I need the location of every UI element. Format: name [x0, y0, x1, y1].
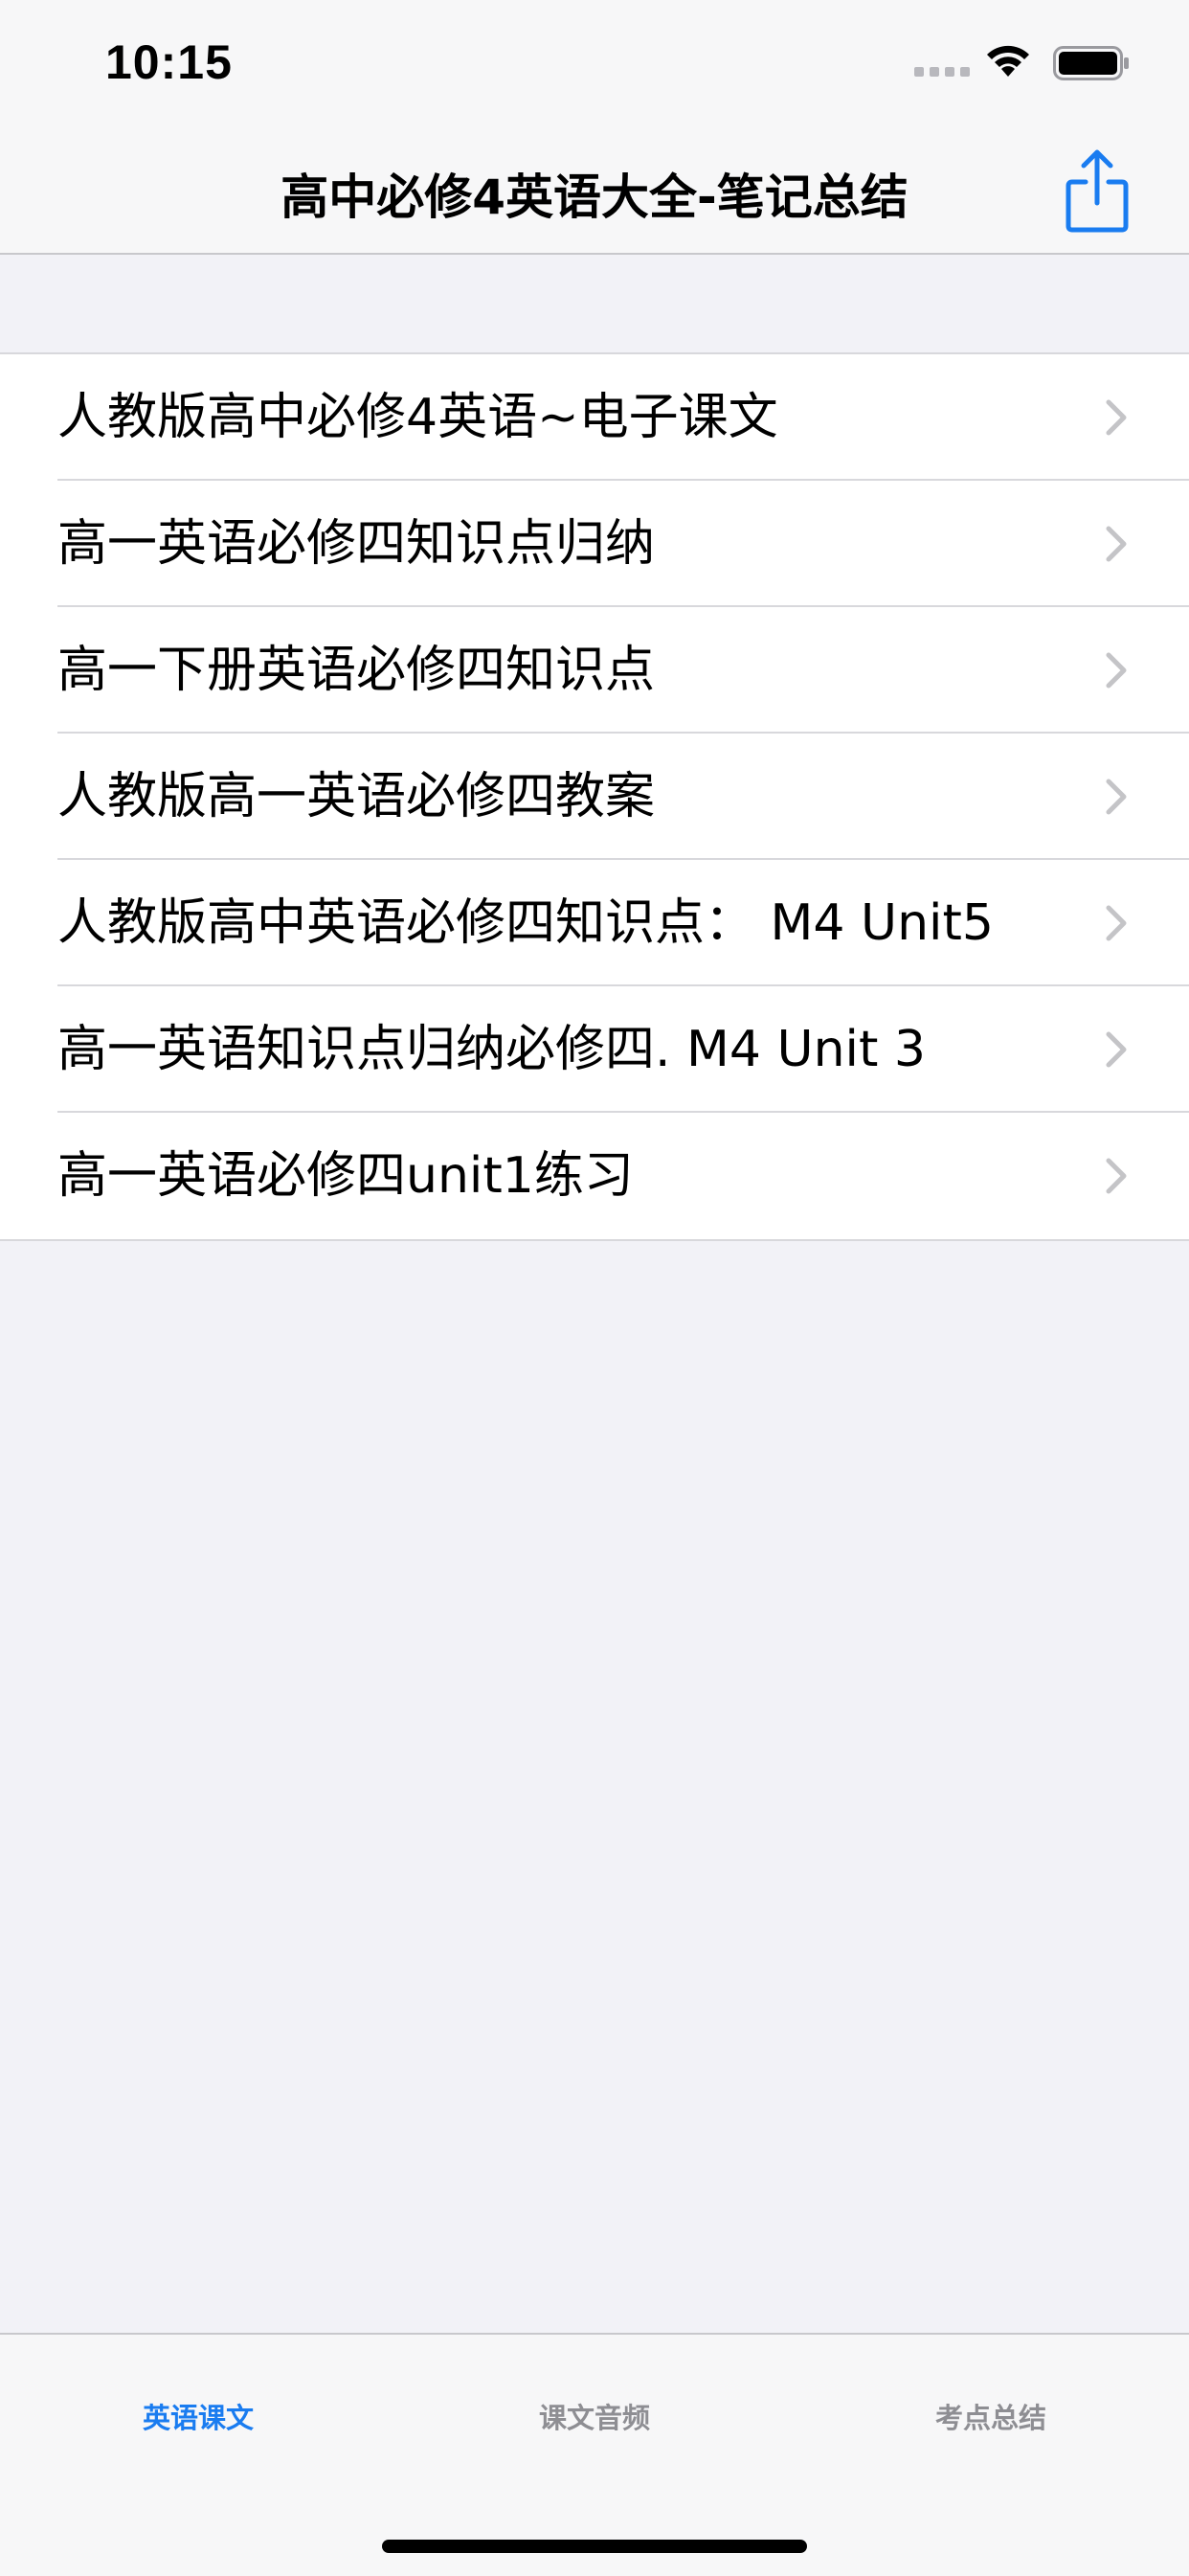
list-item-label: 高一英语知识点归纳必修四. M4 Unit 3: [57, 1021, 927, 1078]
chevron-right-icon: [1106, 526, 1127, 562]
cellular-signal-icon: [914, 67, 970, 77]
chevron-right-icon: [1106, 399, 1127, 436]
chevron-right-icon: [1106, 1158, 1127, 1194]
share-icon[interactable]: [1061, 147, 1133, 234]
list-item-label: 高一英语必修四unit1练习: [57, 1147, 634, 1205]
status-time: 10:15: [105, 35, 233, 89]
list-item[interactable]: 人教版高中英语必修四知识点： M4 Unit5: [0, 860, 1189, 986]
list-item[interactable]: 人教版高一英语必修四教案: [0, 734, 1189, 860]
navigation-bar: 高中必修4英语大全-笔记总结: [0, 126, 1189, 255]
tab-bar: 英语课文 课文音频 考点总结: [0, 2333, 1189, 2576]
page-title: 高中必修4英语大全-笔记总结: [280, 169, 909, 225]
tab-text-audio[interactable]: 课文音频: [396, 2396, 793, 2436]
chevron-right-icon: [1106, 779, 1127, 815]
chevron-right-icon: [1106, 905, 1127, 941]
chevron-right-icon: [1106, 652, 1127, 689]
status-bar: 10:15: [0, 0, 1189, 126]
battery-icon: [1053, 46, 1129, 80]
list-item-label: 人教版高中英语必修四知识点： M4 Unit5: [57, 894, 994, 952]
list-item[interactable]: 高一英语必修四unit1练习: [0, 1113, 1189, 1239]
home-indicator[interactable]: [382, 2540, 807, 2553]
list-item[interactable]: 高一下册英语必修四知识点: [0, 607, 1189, 734]
chevron-right-icon: [1106, 1031, 1127, 1068]
wifi-icon: [987, 45, 1029, 77]
tab-exam-summary[interactable]: 考点总结: [793, 2396, 1189, 2436]
list-item-label: 人教版高一英语必修四教案: [57, 768, 656, 825]
list-item[interactable]: 高一英语知识点归纳必修四. M4 Unit 3: [0, 986, 1189, 1113]
list-item-label: 高一下册英语必修四知识点: [57, 642, 656, 699]
tab-english-text[interactable]: 英语课文: [0, 2396, 396, 2436]
list-item-label: 人教版高中必修4英语~电子课文: [57, 389, 778, 446]
article-list: 人教版高中必修4英语~电子课文 高一英语必修四知识点归纳 高一下册英语必修四知识…: [0, 352, 1189, 1241]
list-item-label: 高一英语必修四知识点归纳: [57, 515, 656, 573]
list-item[interactable]: 人教版高中必修4英语~电子课文: [0, 354, 1189, 481]
list-item[interactable]: 高一英语必修四知识点归纳: [0, 481, 1189, 607]
